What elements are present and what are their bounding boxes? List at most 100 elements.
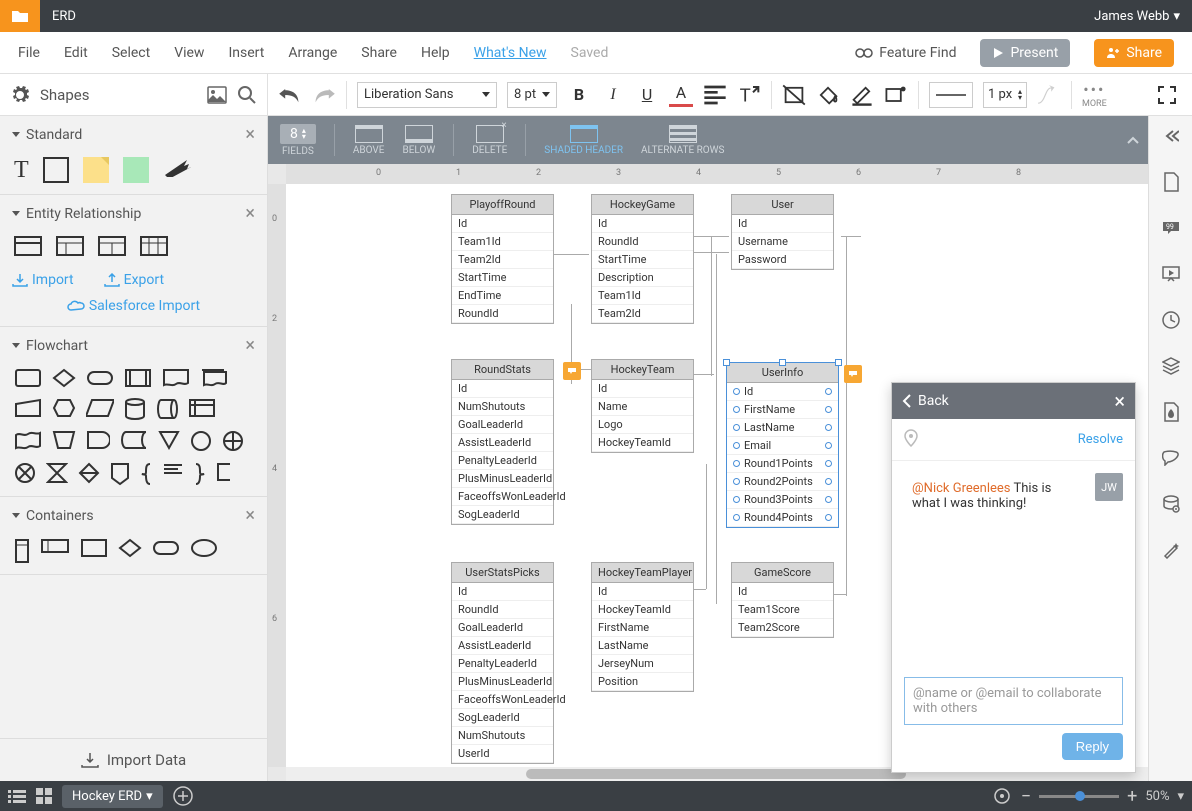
close-icon[interactable]: ×	[245, 335, 255, 356]
erd-delete-row[interactable]: ×DELETE	[472, 125, 507, 156]
shape-collate[interactable]	[46, 462, 68, 484]
zoom-slider[interactable]	[1039, 795, 1119, 798]
shape-decision[interactable]	[52, 368, 76, 388]
comment-badge-icon[interactable]	[563, 362, 581, 380]
more-toolbar-button[interactable]: ••• MORE	[1082, 80, 1107, 109]
folder-icon[interactable]	[0, 0, 40, 32]
erd-table-user[interactable]: User Id Username Password	[731, 194, 834, 270]
shape-terminator[interactable]	[86, 368, 114, 388]
menu-view[interactable]: View	[174, 45, 204, 61]
connector-button[interactable]	[1037, 83, 1061, 107]
resolve-link[interactable]: Resolve	[1078, 432, 1123, 447]
undo-button[interactable]	[278, 83, 302, 107]
shape-annotation[interactable]	[216, 462, 236, 482]
image-icon[interactable]	[207, 86, 227, 104]
target-icon[interactable]	[993, 787, 1011, 805]
menu-edit[interactable]: Edit	[64, 45, 88, 61]
shape-sort[interactable]	[78, 462, 100, 484]
menu-select[interactable]: Select	[112, 45, 150, 61]
add-page-button[interactable]	[173, 786, 193, 806]
salesforce-import-link[interactable]: Salesforce Import	[0, 294, 267, 326]
presentation-icon[interactable]	[1159, 262, 1183, 286]
shape-container-6[interactable]	[190, 538, 218, 558]
shape-delay[interactable]	[86, 430, 110, 450]
menu-whats-new[interactable]: What's New	[474, 45, 547, 61]
section-containers-header[interactable]: Containers ×	[0, 497, 267, 534]
reply-button[interactable]: Reply	[1062, 733, 1123, 760]
shape-block[interactable]	[123, 157, 149, 183]
shape-brace[interactable]	[140, 462, 154, 486]
shape-stored-data[interactable]	[120, 430, 148, 450]
erdbar-collapse-icon[interactable]	[1124, 131, 1142, 149]
shape-erd-3[interactable]	[98, 236, 126, 256]
align-button[interactable]	[703, 83, 727, 107]
shape-summing-junction[interactable]	[14, 462, 36, 484]
shape-text[interactable]: T	[14, 157, 29, 184]
present-button[interactable]: Present	[980, 39, 1070, 67]
list-view-icon[interactable]	[8, 789, 26, 803]
erd-table-playoffround[interactable]: PlayoffRound Id Team1Id Team2Id StartTim…	[451, 194, 554, 324]
shape-direct-data[interactable]	[156, 398, 178, 420]
shape-database[interactable]	[124, 398, 146, 420]
comment-badge-icon[interactable]	[844, 365, 862, 383]
user-menu[interactable]: James Webb ▾	[1082, 9, 1192, 24]
erd-table-gamescore[interactable]: GameScore Id Team1Score Team2Score	[731, 562, 834, 638]
shape-note-line[interactable]	[164, 462, 182, 476]
shape-predefined[interactable]	[124, 368, 152, 388]
bold-button[interactable]: B	[567, 83, 591, 107]
close-icon[interactable]: ×	[245, 203, 255, 224]
close-icon[interactable]: ×	[245, 505, 255, 526]
shape-paper-tape[interactable]	[14, 430, 42, 450]
speech-bubble-icon[interactable]: 99	[1159, 216, 1183, 240]
menu-arrange[interactable]: Arrange	[288, 45, 337, 61]
import-data-button[interactable]: Import Data	[0, 738, 267, 781]
shape-container-4[interactable]	[118, 538, 142, 558]
shape-note[interactable]	[83, 157, 109, 183]
section-flowchart-header[interactable]: Flowchart ×	[0, 327, 267, 364]
fullscreen-button[interactable]	[1152, 86, 1182, 104]
line-color-button[interactable]	[850, 83, 874, 107]
page-tab[interactable]: Hockey ERD▾	[62, 785, 163, 808]
drop-icon[interactable]	[1159, 400, 1183, 424]
shape-container-5[interactable]	[152, 538, 180, 558]
zoom-out-button[interactable]: −	[1021, 786, 1031, 807]
font-size-select[interactable]: 8 pt	[507, 82, 557, 108]
erd-table-hockeyteam[interactable]: HockeyTeam Id Name Logo HockeyTeamId	[591, 359, 694, 453]
grid-view-icon[interactable]	[36, 788, 52, 804]
shape-document[interactable]	[162, 368, 190, 388]
section-entity-header[interactable]: Entity Relationship ×	[0, 195, 267, 232]
text-color-button[interactable]: A	[669, 83, 693, 107]
text-style-button[interactable]: T	[737, 83, 761, 107]
shape-container-3[interactable]	[80, 538, 108, 558]
import-link[interactable]: Import	[12, 272, 74, 288]
shape-preparation[interactable]	[52, 398, 76, 418]
erd-table-userinfo[interactable]: UserInfo Id FirstName LastName Email Rou…	[726, 362, 839, 528]
reply-input[interactable]: @name or @email to collaborate with othe…	[904, 677, 1123, 725]
zoom-level[interactable]: 50%	[1145, 789, 1169, 804]
history-icon[interactable]	[1159, 308, 1183, 332]
close-icon[interactable]: ×	[245, 124, 255, 145]
chat-icon[interactable]	[1159, 446, 1183, 470]
shape-erd-2[interactable]	[56, 236, 84, 256]
italic-button[interactable]: I	[601, 83, 625, 107]
share-button[interactable]: Share	[1094, 39, 1174, 67]
shape-manual-input[interactable]	[14, 398, 42, 418]
zoom-in-button[interactable]: +	[1127, 786, 1137, 807]
font-select[interactable]: Liberation Sans	[357, 82, 497, 108]
comment-back-button[interactable]: Back	[902, 393, 949, 409]
crop-button[interactable]	[782, 83, 806, 107]
layers-icon[interactable]	[1159, 354, 1183, 378]
comment-close-button[interactable]: ×	[1114, 389, 1125, 413]
page-icon[interactable]	[1159, 170, 1183, 194]
shape-data[interactable]	[86, 398, 114, 418]
menu-help[interactable]: Help	[421, 45, 450, 61]
shape-rect[interactable]	[43, 157, 69, 183]
shape-connector[interactable]	[190, 430, 212, 452]
shape-merge[interactable]	[158, 430, 180, 450]
fill-button[interactable]	[816, 83, 840, 107]
menu-share[interactable]: Share	[361, 45, 397, 61]
feature-find-button[interactable]: Feature Find	[855, 45, 956, 61]
shape-off-page[interactable]	[110, 462, 130, 486]
shape-brace-right[interactable]	[192, 462, 206, 486]
redo-button[interactable]	[312, 83, 336, 107]
